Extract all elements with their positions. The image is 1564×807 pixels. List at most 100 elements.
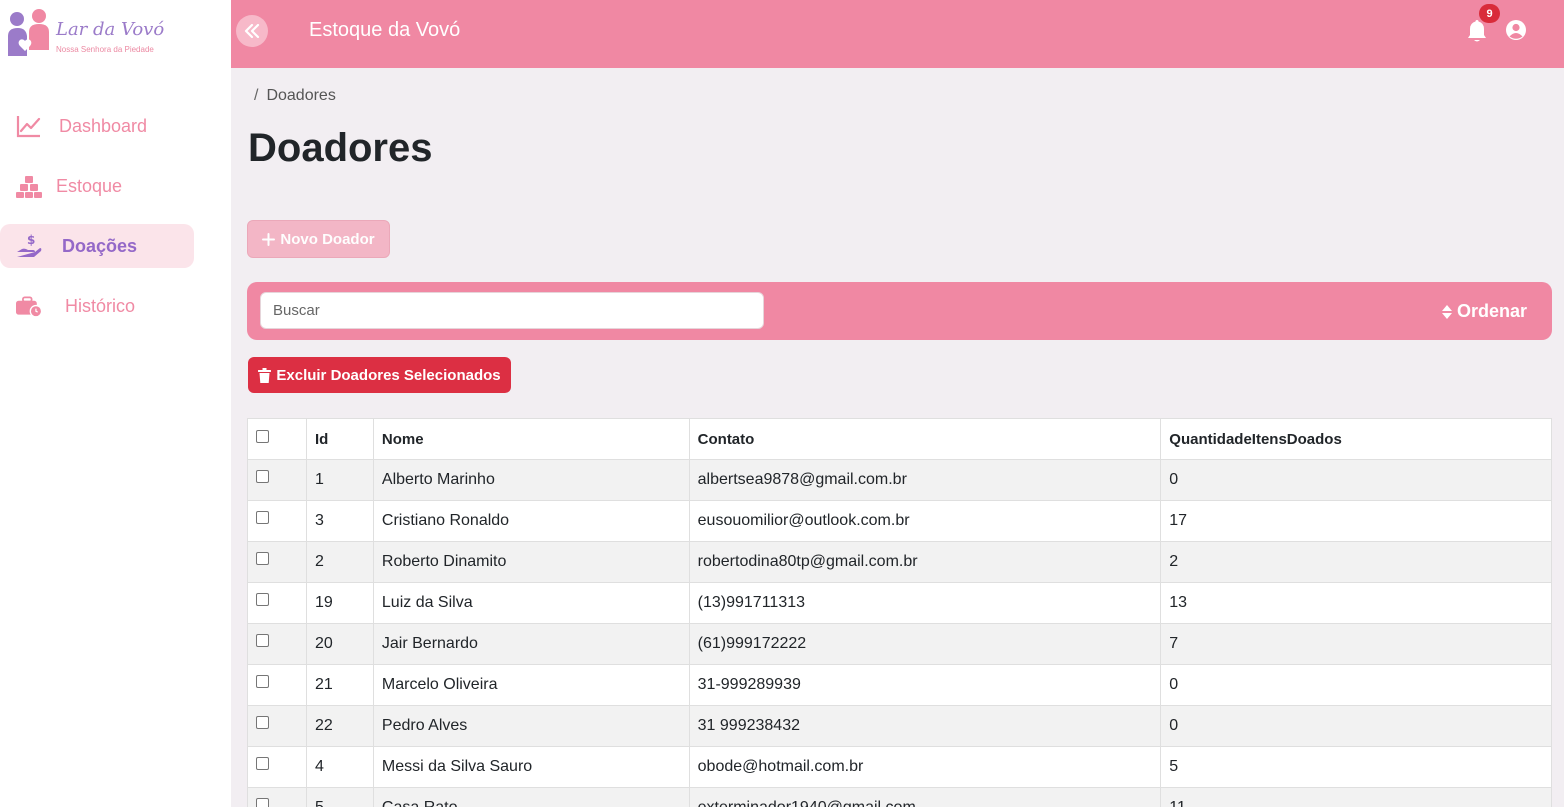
cell-quantidade: 13 — [1160, 582, 1552, 624]
cell-id: 20 — [305, 623, 374, 665]
cell-nome: Luiz da Silva — [372, 582, 690, 624]
sidebar-item-label: Histórico — [65, 295, 136, 316]
sort-button[interactable]: Ordenar — [1441, 301, 1527, 322]
sidebar-item-doacoes[interactable]: $ Doações — [0, 224, 194, 268]
row-select-cell — [247, 582, 307, 624]
sidebar-item-label: Dashboard — [59, 115, 148, 136]
delete-selected-label: Excluir Doadores Selecionados — [276, 366, 501, 384]
notification-badge: 9 — [1479, 4, 1500, 23]
breadcrumb-current: Doadores — [266, 87, 336, 104]
cell-contato: robertodina80tp@gmail.com.br — [688, 541, 1162, 583]
cell-id: 4 — [305, 746, 374, 788]
new-donor-button[interactable]: Novo Doador — [247, 220, 390, 258]
sidebar-item-label: Doações — [62, 235, 138, 256]
row-checkbox[interactable] — [256, 798, 269, 807]
trash-icon — [258, 367, 272, 383]
row-checkbox[interactable] — [256, 634, 269, 648]
sort-label: Ordenar — [1456, 301, 1527, 321]
table-row[interactable]: 2 Roberto Dinamito robertodina80tp@gmail.c… — [247, 541, 1552, 583]
search-input[interactable] — [260, 292, 764, 329]
cell-quantidade: 2 — [1160, 541, 1552, 583]
cell-quantidade: 0 — [1160, 705, 1552, 747]
cell-id: 2 — [305, 541, 374, 583]
sidebar-item-dashboard[interactable]: Dashboard — [0, 104, 194, 148]
page-title: Doadores — [248, 126, 433, 170]
column-header-id[interactable]: Id — [305, 418, 374, 460]
logo-icon — [8, 9, 49, 56]
row-select-cell — [247, 459, 307, 501]
boxes-icon — [16, 176, 42, 198]
briefcase-clock-icon — [16, 296, 42, 318]
row-checkbox[interactable] — [256, 511, 269, 525]
select-all-checkbox[interactable] — [256, 430, 269, 444]
search-bar: Ordenar — [247, 282, 1552, 340]
column-header-contato[interactable]: Contato — [688, 418, 1162, 460]
cell-contato: 31-999289939 — [688, 664, 1162, 706]
plus-icon — [262, 232, 276, 246]
cell-quantidade: 0 — [1160, 459, 1552, 501]
cell-contato: albertsea9878@gmail.com.br — [688, 459, 1162, 501]
donors-table: Id Nome Contato QuantidadeItensDoados 1A… — [247, 418, 1552, 807]
table-row[interactable]: 4 Messi da Silva Sauro obode@hotmail.com.b… — [247, 746, 1552, 788]
cell-id: 19 — [305, 582, 374, 624]
row-select-cell — [247, 541, 307, 583]
table-row[interactable]: 3 Cristiano Ronaldo eusouomilior@outlook.c… — [247, 500, 1552, 542]
cell-nome: Roberto Dinamito — [372, 541, 690, 583]
chevrons-left-icon — [244, 24, 260, 38]
cell-id: 1 — [305, 459, 374, 501]
sidebar-item-historico[interactable]: Histórico — [0, 284, 194, 328]
logo-subtitle: Nossa Senhora da Piedade — [56, 45, 154, 54]
row-select-cell — [247, 623, 307, 665]
delete-selected-button[interactable]: Excluir Doadores Selecionados — [248, 357, 511, 393]
table-row[interactable]: 5Casa Ratoexterminador1940@gmail.com11 — [247, 787, 1552, 807]
table-row[interactable]: 1 Alberto Marinho albertsea9878@gmail.com.… — [247, 459, 1552, 501]
cell-id: 5 — [305, 787, 374, 807]
cell-nome: Messi da Silva Sauro — [372, 746, 690, 788]
app-title: Estoque da Vovó — [309, 19, 461, 41]
row-checkbox[interactable] — [256, 675, 269, 689]
user-circle-icon[interactable] — [1505, 19, 1527, 41]
cell-contato: 31 999238432 — [688, 705, 1162, 747]
row-select-cell — [247, 500, 307, 542]
cell-nome: Alberto Marinho — [372, 459, 690, 501]
column-header-nome[interactable]: Nome — [372, 418, 690, 460]
cell-nome: Pedro Alves — [372, 705, 690, 747]
row-checkbox[interactable] — [256, 470, 269, 484]
row-select-cell — [247, 705, 307, 747]
cell-contato: exterminador1940@gmail.com — [688, 787, 1162, 807]
table-header-row: Id Nome Contato QuantidadeItensDoados — [247, 418, 1552, 460]
sidebar: Lar da Vovó Nossa Senhora da Piedade Das… — [0, 0, 231, 807]
row-checkbox[interactable] — [256, 757, 269, 771]
svg-text:$: $ — [27, 233, 35, 247]
cell-nome: Marcelo Oliveira — [372, 664, 690, 706]
logo-title: Lar da Vovó — [56, 19, 165, 40]
row-select-cell — [247, 787, 307, 807]
sidebar-item-label: Estoque — [56, 175, 123, 196]
cell-nome: Jair Bernardo — [372, 623, 690, 665]
sidebar-item-estoque[interactable]: Estoque — [0, 164, 194, 208]
column-header-quantidade[interactable]: QuantidadeItensDoados — [1160, 418, 1552, 460]
logo[interactable]: Lar da Vovó Nossa Senhora da Piedade — [6, 6, 166, 62]
table-row[interactable]: 20 Jair Bernardo (61)999172222 7 — [247, 623, 1552, 665]
cell-quantidade: 7 — [1160, 623, 1552, 665]
cell-contato: obode@hotmail.com.br — [688, 746, 1162, 788]
row-checkbox[interactable] — [256, 716, 269, 730]
cell-nome: Casa Rato — [372, 787, 690, 807]
cell-id: 22 — [305, 705, 374, 747]
new-donor-label: Novo Doador — [280, 230, 375, 248]
breadcrumb-separator: / — [254, 87, 259, 104]
cell-id: 21 — [305, 664, 374, 706]
topbar: Estoque da Vovó 9 — [231, 0, 1564, 68]
table-row[interactable]: 21 Marcelo Oliveira 31-999289939 0 — [247, 664, 1552, 706]
row-checkbox[interactable] — [256, 552, 269, 566]
cell-quantidade: 5 — [1160, 746, 1552, 788]
table-row[interactable]: 19 Luiz da Silva (13)991711313 13 — [247, 582, 1552, 624]
cell-nome: Cristiano Ronaldo — [372, 500, 690, 542]
cell-contato: eusouomilior@outlook.com.br — [688, 500, 1162, 542]
cell-quantidade: 17 — [1160, 500, 1552, 542]
sort-icon — [1441, 304, 1452, 319]
collapse-sidebar-button[interactable] — [236, 15, 268, 47]
breadcrumb: / Doadores — [254, 87, 336, 105]
table-row[interactable]: 22 Pedro Alves 31 999238432 0 — [247, 705, 1552, 747]
row-checkbox[interactable] — [256, 593, 269, 607]
